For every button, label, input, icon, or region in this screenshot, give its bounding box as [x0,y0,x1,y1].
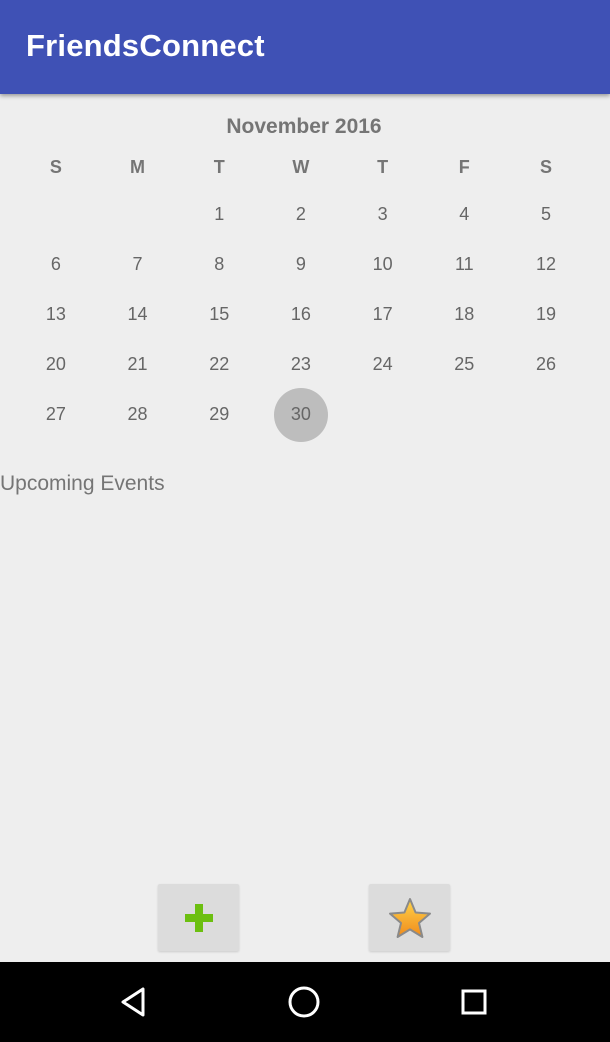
calendar-day[interactable]: 6 [15,239,97,289]
app-title: FriendsConnect [26,28,265,63]
star-icon [388,897,431,938]
home-button[interactable] [284,982,324,1022]
calendar-week-row: 27 28 29 30 [15,387,587,443]
calendar-month-label: November 2016 [226,115,382,138]
weekday-header-row: S M T W T F S [15,157,587,178]
calendar-day[interactable]: 25 [423,340,505,390]
calendar-day[interactable]: 17 [342,289,424,339]
calendar-view[interactable]: November 2016 S M T W T F S 1 2 3 4 5 6 … [0,94,610,454]
weekday-label: F [458,157,470,177]
calendar-day[interactable]: 13 [15,289,97,339]
recents-button[interactable] [454,982,494,1022]
calendar-day[interactable]: 16 [260,289,342,339]
weekday-label: T [213,157,225,177]
calendar-week-row: 20 21 22 23 24 25 26 [15,340,587,390]
calendar-day[interactable]: 10 [342,239,424,289]
calendar-day[interactable]: 8 [178,239,260,289]
screen: FriendsConnect November 2016 S M T W T F… [0,0,610,1042]
favorites-button[interactable] [369,884,450,951]
calendar-day[interactable]: 2 [260,189,342,239]
calendar-day[interactable]: 11 [423,239,505,289]
weekday-label: S [539,157,552,177]
calendar-day[interactable]: 1 [178,189,260,239]
app-bar: FriendsConnect [0,0,610,94]
calendar-day[interactable]: 4 [423,189,505,239]
calendar-day[interactable]: 24 [342,340,424,390]
calendar-day-empty [97,189,179,239]
calendar-day-empty [505,390,587,440]
calendar-week-row: 6 7 8 9 10 11 12 [15,239,587,289]
plus-icon [184,903,213,932]
calendar-day-empty [15,189,97,239]
system-navigation-bar [0,962,610,1042]
calendar-day[interactable]: 7 [97,239,179,289]
calendar-day[interactable]: 5 [505,189,587,239]
calendar-day[interactable]: 27 [15,390,97,440]
calendar-day[interactable]: 9 [260,239,342,289]
calendar-day[interactable]: 23 [260,340,342,390]
calendar-day[interactable]: 15 [178,289,260,339]
weekday-label: M [130,157,146,177]
calendar-week-row: 13 14 15 16 17 18 19 [15,289,587,339]
calendar-day[interactable]: 19 [505,289,587,339]
calendar-day-empty [342,390,424,440]
upcoming-events-heading: Upcoming Events [0,472,165,495]
weekday-label: S [49,157,62,177]
calendar-day[interactable]: 20 [15,340,97,390]
calendar-day[interactable]: 28 [97,390,179,440]
calendar-day[interactable]: 3 [342,189,424,239]
calendar-day[interactable]: 26 [505,340,587,390]
recents-square-icon [461,989,487,1015]
calendar-day[interactable]: 29 [178,390,260,440]
calendar-week-row: 1 2 3 4 5 [15,189,587,239]
add-event-button[interactable] [158,884,239,951]
back-triangle-icon [121,987,145,1017]
calendar-day[interactable]: 22 [178,340,260,390]
calendar-day-selected[interactable]: 30 [260,387,342,443]
calendar-day[interactable]: 21 [97,340,179,390]
home-circle-icon [288,986,320,1018]
calendar-day[interactable]: 14 [97,289,179,339]
weekday-label: T [377,157,389,177]
calendar-day-empty [423,390,505,440]
calendar-day[interactable]: 12 [505,239,587,289]
back-button[interactable] [114,982,154,1022]
calendar-day-grid: 1 2 3 4 5 6 7 8 9 10 11 12 13 14 15 16 1… [15,189,587,443]
calendar-day[interactable]: 18 [423,289,505,339]
weekday-label: W [292,157,310,177]
